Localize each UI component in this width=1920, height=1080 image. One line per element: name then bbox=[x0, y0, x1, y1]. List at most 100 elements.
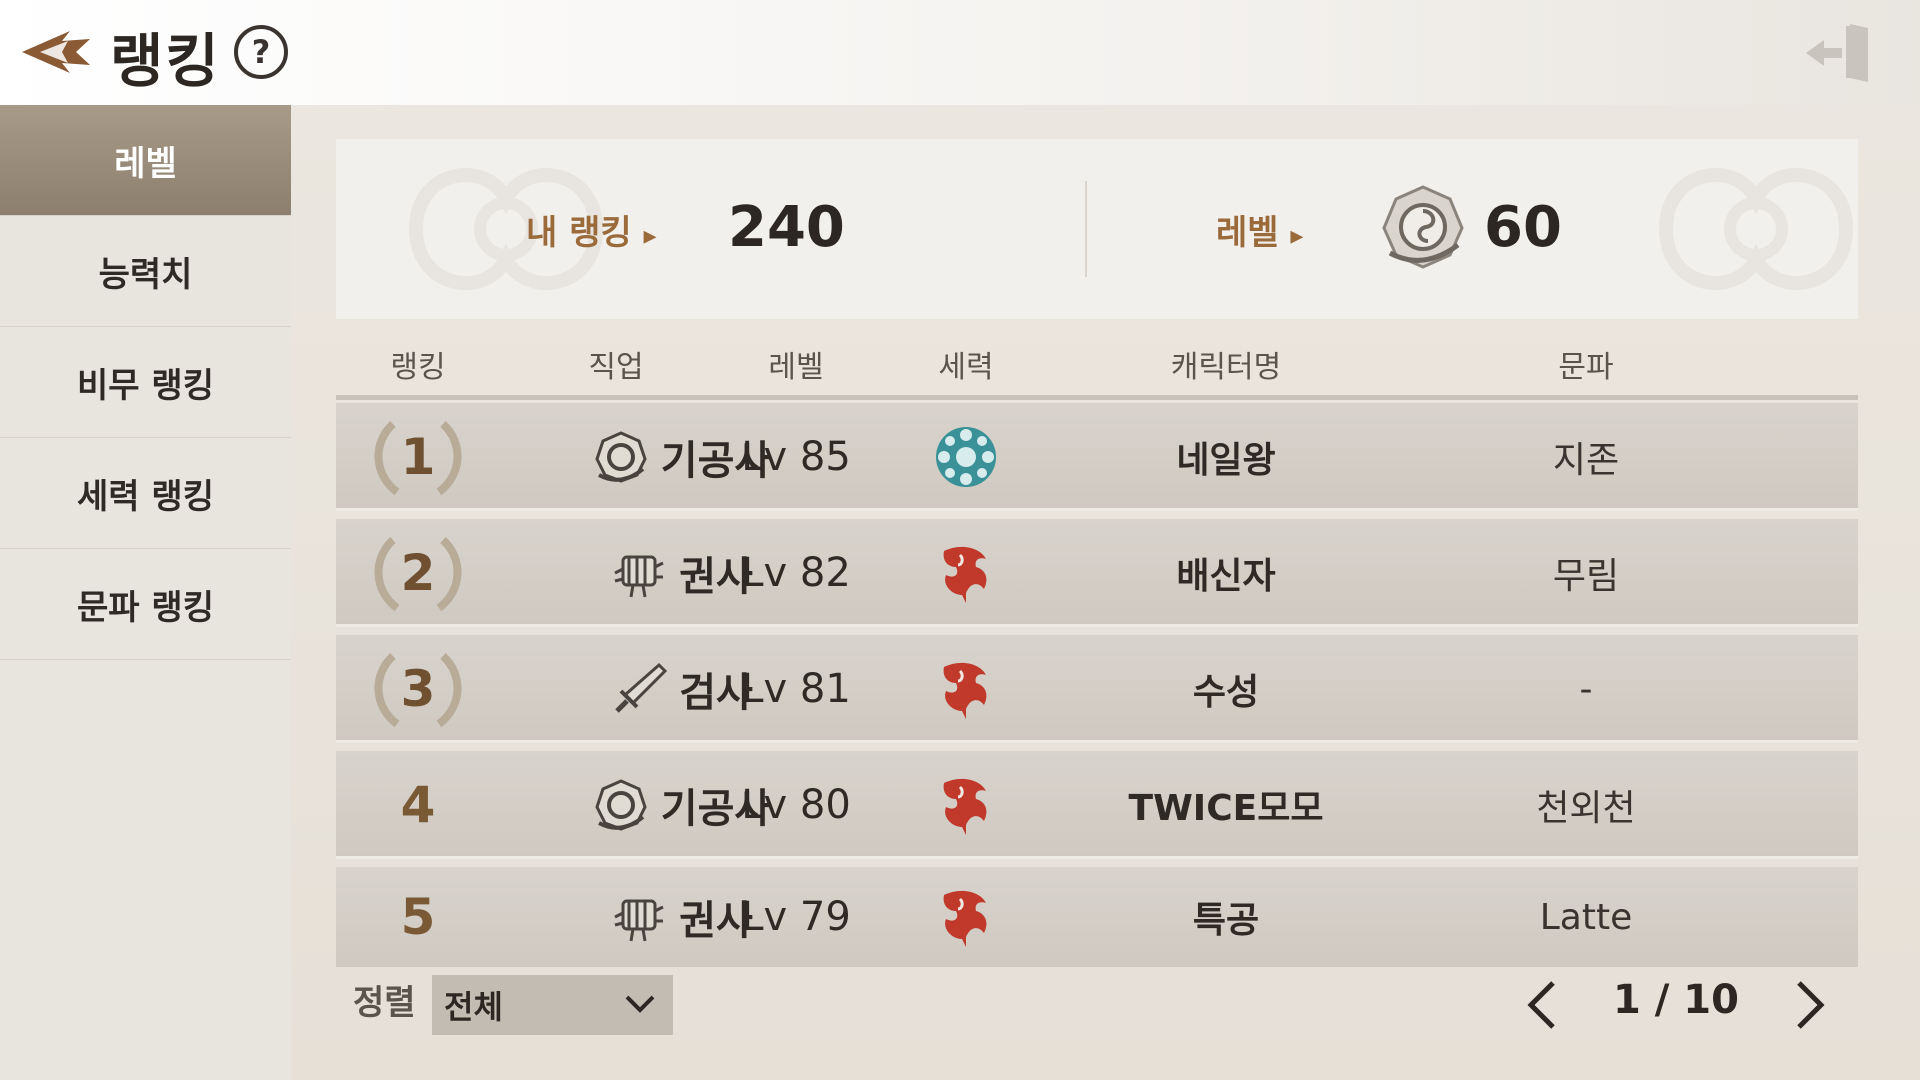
character-name-cell: 특공 bbox=[1076, 867, 1376, 967]
chevron-down-icon bbox=[625, 995, 655, 1013]
faction-cell bbox=[896, 751, 1036, 859]
sort-selected-value: 전체 bbox=[444, 988, 503, 1026]
sidebar-item-label: 능력치 bbox=[98, 254, 193, 295]
level-text: Lv 85 bbox=[741, 434, 851, 480]
level-text: Lv 80 bbox=[741, 782, 851, 828]
level-cell: Lv 79 bbox=[726, 867, 866, 967]
guild-name: 무림 bbox=[1552, 556, 1620, 597]
guild-cell: 천외천 bbox=[1506, 751, 1666, 859]
next-page-button[interactable] bbox=[1781, 971, 1841, 1039]
exit-button[interactable] bbox=[1798, 18, 1878, 88]
back-arrow-icon bbox=[22, 31, 90, 73]
previous-page-button[interactable] bbox=[1511, 971, 1571, 1039]
sidebar-item-label: 레벨 bbox=[114, 143, 177, 184]
guild-name: 천외천 bbox=[1536, 788, 1636, 829]
guild-name: Latte bbox=[1539, 896, 1633, 938]
faction-cell bbox=[896, 519, 1036, 627]
my-rank-link[interactable]: 내 랭킹 ▸ bbox=[526, 205, 657, 254]
sidebar-item-duel-ranking[interactable]: 비무 랭킹 bbox=[0, 327, 291, 438]
page-title: 랭킹 bbox=[110, 27, 221, 95]
guild-cell: 무림 bbox=[1506, 519, 1666, 627]
rank-cell: 4 bbox=[356, 751, 480, 859]
level-value: 60 bbox=[1484, 195, 1562, 260]
fist-icon bbox=[614, 899, 664, 942]
sidebar: 레벨 능력치 비무 랭킹 세력 랭킹 문파 랭킹 bbox=[0, 105, 291, 1080]
sort-dropdown[interactable]: 전체 bbox=[432, 975, 673, 1035]
sidebar-item-label: 비무 랭킹 bbox=[77, 365, 214, 406]
my-rank-value: 240 bbox=[728, 195, 845, 260]
main-panel: 내 랭킹 ▸ 240 레벨 ▸ 60 랭킹 직업 레벨 세력 캐릭터명 문파 1… bbox=[291, 105, 1920, 1080]
guild-cell: - bbox=[1506, 635, 1666, 743]
guild-name: - bbox=[1579, 668, 1593, 710]
character-name-cell: 수성 bbox=[1076, 635, 1376, 743]
level-cell: Lv 82 bbox=[726, 519, 866, 627]
column-header-rank: 랭킹 bbox=[390, 350, 446, 385]
level-text: Lv 79 bbox=[741, 894, 851, 940]
rank-number: 4 bbox=[400, 776, 436, 834]
chevron-right-icon: ▸ bbox=[643, 221, 657, 251]
character-name: 특공 bbox=[1192, 900, 1260, 941]
level-cell: Lv 85 bbox=[726, 403, 866, 511]
red-beast-faction-icon bbox=[943, 778, 987, 835]
guild-cell: 지존 bbox=[1506, 403, 1666, 511]
cloud-pattern-right-icon bbox=[1658, 168, 1854, 290]
level-cell: Lv 80 bbox=[726, 751, 866, 859]
rank-number: 5 bbox=[400, 888, 436, 946]
character-name-cell: 네일왕 bbox=[1076, 403, 1376, 511]
sidebar-item-label: 세력 랭킹 bbox=[77, 476, 214, 517]
faction-cell bbox=[896, 403, 1036, 511]
chevron-right-icon: ▸ bbox=[1290, 221, 1304, 251]
sidebar-item-label: 문파 랭킹 bbox=[77, 587, 214, 628]
sidebar-item-guild-ranking[interactable]: 문파 랭킹 bbox=[0, 549, 291, 660]
sidebar-item-faction-ranking[interactable]: 세력 랭킹 bbox=[0, 438, 291, 549]
level-label: 레벨 bbox=[1216, 213, 1279, 253]
fist-icon bbox=[614, 555, 664, 598]
character-name: TWICE모모 bbox=[1128, 788, 1324, 829]
laurel-wreath-icon bbox=[374, 421, 462, 496]
sidebar-item-level[interactable]: 레벨 bbox=[0, 105, 291, 216]
rank-cell: 3 bbox=[356, 635, 480, 743]
character-name-cell: TWICE모모 bbox=[1076, 751, 1376, 859]
guild-cell: Latte bbox=[1506, 867, 1666, 967]
sidebar-item-stats[interactable]: 능력치 bbox=[0, 216, 291, 327]
table-row[interactable]: 2 권사 Lv 82 배신자 무림 bbox=[336, 519, 1858, 627]
back-button[interactable] bbox=[16, 22, 96, 82]
table-header: 랭킹 직업 레벨 세력 캐릭터명 문파 bbox=[336, 330, 1858, 400]
rank-cell: 2 bbox=[356, 519, 480, 627]
sword-icon bbox=[615, 662, 668, 713]
character-name: 수성 bbox=[1192, 672, 1260, 713]
column-header-level: 레벨 bbox=[768, 350, 824, 385]
red-beast-faction-icon bbox=[943, 662, 987, 719]
my-rank-label: 내 랭킹 bbox=[526, 213, 632, 253]
summary-divider bbox=[1085, 181, 1087, 277]
table-row[interactable]: 4 기공사 Lv 80 TWICE모모 천외천 bbox=[336, 751, 1858, 859]
class-emblem-icon bbox=[1382, 185, 1464, 269]
column-header-guild: 문파 bbox=[1558, 350, 1614, 385]
level-text: Lv 82 bbox=[741, 550, 851, 596]
red-beast-faction-icon bbox=[943, 546, 987, 603]
exit-door-icon bbox=[1806, 24, 1868, 82]
level-text: Lv 81 bbox=[741, 666, 851, 712]
sort-label: 정렬 bbox=[353, 983, 416, 1023]
column-header-character-name: 캐릭터명 bbox=[1170, 350, 1282, 385]
level-link[interactable]: 레벨 ▸ bbox=[1216, 205, 1303, 254]
level-cell: Lv 81 bbox=[726, 635, 866, 743]
guild-name: 지존 bbox=[1552, 440, 1620, 481]
table-row[interactable]: 1 기공사 Lv 85 네일왕 지존 bbox=[336, 403, 1858, 511]
column-header-faction: 세력 bbox=[938, 350, 994, 385]
laurel-wreath-icon bbox=[374, 537, 462, 612]
qigong-icon bbox=[595, 431, 647, 483]
column-header-job: 직업 bbox=[588, 350, 644, 385]
table-row[interactable]: 5 권사 Lv 79 특공 Latte bbox=[336, 867, 1858, 967]
faction-cell bbox=[896, 635, 1036, 743]
snowflake-faction-icon bbox=[936, 427, 996, 487]
chevron-right-icon bbox=[1797, 981, 1825, 1029]
red-beast-faction-icon bbox=[943, 890, 987, 947]
rank-cell: 5 bbox=[356, 867, 480, 967]
table-row[interactable]: 3 검사 Lv 81 수성 - bbox=[336, 635, 1858, 743]
my-ranking-summary: 내 랭킹 ▸ 240 레벨 ▸ 60 bbox=[336, 139, 1858, 319]
faction-cell bbox=[896, 867, 1036, 967]
character-name: 네일왕 bbox=[1176, 440, 1276, 481]
chevron-left-icon bbox=[1527, 981, 1555, 1029]
help-button[interactable]: ? bbox=[234, 25, 288, 79]
